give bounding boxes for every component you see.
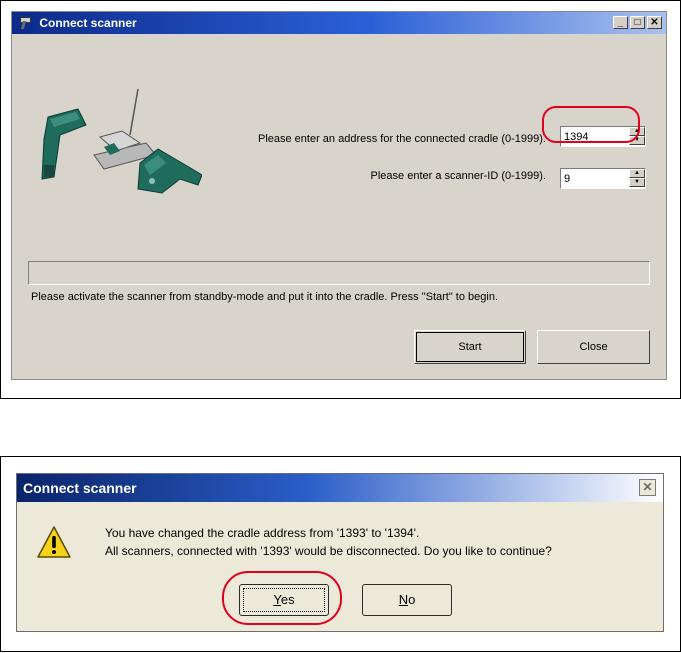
status-message: Please activate the scanner from standby… [31, 291, 499, 303]
cradle-address-label: Please enter an address for the connecte… [257, 133, 546, 145]
close-window-button[interactable]: ✕ [647, 16, 662, 29]
progress-bar [28, 261, 650, 285]
spin-down-icon[interactable]: ▼ [629, 178, 645, 187]
warning-icon [37, 526, 71, 558]
address-highlight-oval [542, 106, 640, 143]
yes-highlight-oval [222, 571, 342, 625]
window-title: Connect scanner [39, 16, 137, 30]
window-controls: _ □ ✕ [613, 16, 662, 29]
scanner-cradle-illustration [41, 88, 202, 194]
spin-up-icon[interactable]: ▲ [629, 169, 645, 178]
scanner-app-icon [18, 16, 32, 30]
scanner-id-spinner[interactable]: ▲ ▼ [560, 168, 646, 189]
scanner-id-input[interactable] [561, 169, 630, 188]
no-button[interactable]: No [362, 584, 452, 616]
no-mnemonic: N [398, 592, 409, 607]
dialog-message-line-1: You have changed the cradle address from… [105, 526, 420, 540]
scanner-id-label: Please enter a scanner-ID (0-1999). [370, 170, 546, 182]
scanner-id-spin-arrows[interactable]: ▲ ▼ [629, 169, 645, 188]
connect-scanner-window: Connect scanner _ □ ✕ Please enter an ad… [11, 11, 667, 380]
dialog-title: Connect scanner [23, 480, 137, 496]
maximize-button[interactable]: □ [630, 16, 645, 29]
close-button[interactable]: Close [537, 330, 650, 364]
dialog-title-bar: Connect scanner ✕ [17, 474, 663, 502]
title-bar: Connect scanner _ □ ✕ [12, 12, 666, 34]
start-button[interactable]: Start [414, 330, 526, 364]
minimize-button[interactable]: _ [613, 16, 628, 29]
no-label: o [408, 592, 416, 607]
dialog-message-line-2: All scanners, connected with '1393' woul… [105, 544, 552, 558]
dialog-close-button[interactable]: ✕ [639, 479, 656, 496]
